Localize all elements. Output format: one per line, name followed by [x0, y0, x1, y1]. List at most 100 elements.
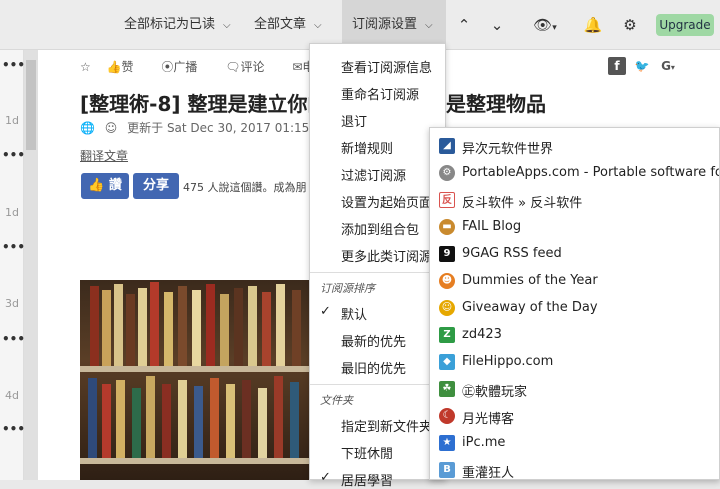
book [114, 284, 123, 366]
article-list-column: ••• 1d ••• 1d ••• 3d ••• 4d ••• [0, 50, 25, 480]
eye-icon[interactable]: 👁▾ [530, 15, 560, 35]
broadcast-action[interactable]: ⦿广播 [161, 60, 209, 74]
article-title[interactable]: [整理術-8] 整理是建立你的 [80, 88, 327, 117]
sort-header: 订阅源排序 [320, 282, 375, 295]
bell-icon[interactable]: 🔔 [583, 15, 603, 35]
iplaysoft-icon: ◢ [439, 138, 455, 154]
book [220, 294, 229, 366]
list-item[interactable]: ☻ Dummies of the Year [430, 269, 719, 295]
facebook-icon[interactable]: f [608, 57, 626, 75]
menu-item-filter-feed[interactable]: 过滤订阅源 [341, 165, 406, 184]
feed-label: 异次元软件世界 [462, 142, 554, 157]
giveaway-icon: ☺ [439, 300, 455, 316]
more-icon[interactable]: ••• [2, 58, 25, 72]
feed-label: Dummies of the Year [462, 273, 598, 288]
feed-label: ㊣軟體玩家 [462, 385, 528, 400]
article-title-head: [整理術-8] 整理是建立你的 [80, 92, 328, 116]
more-icon[interactable]: ••• [2, 148, 25, 162]
book [164, 292, 173, 366]
menu-item-sort-oldest[interactable]: 最旧的优先 [341, 358, 406, 377]
fb-like-button[interactable]: 👍 讚 [81, 173, 129, 199]
list-item[interactable]: ☘ ㊣軟體玩家 [430, 377, 719, 403]
menu-item-new-folder[interactable]: 指定到新文件夹 [341, 416, 432, 435]
menu-item-rename-feed[interactable]: 重命名订阅源 [341, 84, 419, 103]
translate-link[interactable]: 翻译文章 [80, 147, 128, 164]
book [146, 376, 155, 458]
list-item[interactable]: ★ iPc.me [430, 431, 719, 457]
list-item[interactable]: ◢ 异次元软件世界 [430, 134, 719, 160]
chevron-down-icon[interactable]: ⌄ [487, 15, 507, 35]
google-plus-icon[interactable]: G▾ [656, 57, 680, 75]
twitter-icon[interactable]: 🐦 [633, 57, 651, 75]
list-item-time: 3d [5, 297, 19, 310]
menu-divider [310, 384, 447, 385]
more-icon[interactable]: ••• [2, 240, 25, 254]
feed-label: Giveaway of the Day [462, 300, 598, 315]
book [116, 380, 125, 458]
list-item[interactable]: 反 反斗软件 » 反斗软件 [430, 188, 719, 214]
star-icon[interactable]: ☆ [80, 60, 91, 74]
book [206, 284, 215, 366]
fb-like-label: 讚 [108, 178, 122, 193]
feed-label: 反斗软件 » 反斗软件 [462, 196, 583, 211]
thumbs-up-icon: 👍 [88, 178, 105, 193]
menu-item-unsubscribe[interactable]: 退订 [341, 111, 367, 130]
upgrade-button[interactable]: Upgrade [656, 14, 714, 36]
like-action[interactable]: 👍赞 [107, 60, 146, 74]
chevron-down-icon: ⌵ [223, 20, 231, 31]
book [210, 378, 219, 458]
menu-item-folder-leisure[interactable]: 下班休閒 [341, 443, 393, 462]
softplayer-icon: ☘ [439, 381, 455, 397]
folder-header: 文件夹 [320, 394, 353, 407]
comment-action[interactable]: 🗨评论 [225, 60, 276, 74]
chevron-up-icon[interactable]: ⌃ [454, 15, 474, 35]
feed-logo-icon: ☺ [104, 121, 118, 135]
book [150, 282, 159, 366]
menu-item-set-start-page[interactable]: 设置为起始页面 [341, 192, 432, 211]
chevron-down-icon: ⌵ [314, 20, 322, 31]
feed-label: 9GAG RSS feed [462, 246, 562, 261]
list-item[interactable]: ▬ FAIL Blog [430, 215, 719, 241]
shelf [80, 366, 310, 372]
fb-share-button[interactable]: 分享 [133, 173, 179, 199]
portableapps-icon: ⚙ [439, 165, 455, 181]
feed-label: iPc.me [462, 435, 506, 450]
book [262, 292, 271, 366]
feed-label: PortableApps.com - Portable software for… [462, 165, 719, 180]
feed-label: FileHippo.com [462, 354, 554, 369]
checkmark-icon: ✓ [320, 304, 331, 319]
book [162, 384, 171, 458]
mark-all-read-label: 全部标记为已读 [124, 17, 216, 32]
feed-settings-label: 订阅源设置 [352, 17, 418, 32]
list-item[interactable]: Z zd423 [430, 323, 719, 349]
dummies-icon: ☻ [439, 273, 455, 289]
book [132, 388, 141, 458]
ipc-icon: ★ [439, 435, 455, 451]
feed-label: zd423 [462, 327, 502, 342]
book [126, 294, 135, 366]
menu-item-view-feed-info[interactable]: 查看订阅源信息 [341, 57, 432, 76]
gear-icon[interactable]: ⚙ [620, 15, 640, 35]
list-item[interactable]: ☺ Giveaway of the Day [430, 296, 719, 322]
book [274, 376, 283, 458]
menu-item-add-to-bundle[interactable]: 添加到组合包 [341, 219, 419, 238]
list-item[interactable]: ☾ 月光博客 [430, 404, 719, 430]
menu-item-more-like-this[interactable]: 更多此类订阅源 [341, 246, 432, 265]
menu-item-sort-default[interactable]: 默认 [341, 304, 367, 323]
shelf [80, 458, 310, 464]
list-item[interactable]: 9 9GAG RSS feed [430, 242, 719, 268]
list-item[interactable]: ⚙ PortableApps.com - Portable software f… [430, 161, 719, 187]
list-item[interactable]: ◆ FileHippo.com [430, 350, 719, 376]
all-articles-label: 全部文章 [254, 17, 307, 32]
more-icon[interactable]: ••• [2, 332, 25, 346]
list-item[interactable]: B 重灌狂人 [430, 458, 719, 479]
mark-all-read-button[interactable]: 全部标记为已读 ⌵ [124, 0, 231, 50]
more-icon[interactable]: ••• [2, 422, 25, 436]
book [194, 386, 203, 458]
scrollbar-thumb[interactable] [26, 60, 36, 150]
article-image [80, 280, 310, 480]
book [192, 290, 201, 366]
menu-item-add-rule[interactable]: 新增规则 [341, 138, 393, 157]
menu-item-sort-newest[interactable]: 最新的优先 [341, 331, 406, 350]
zd423-icon: Z [439, 327, 455, 343]
